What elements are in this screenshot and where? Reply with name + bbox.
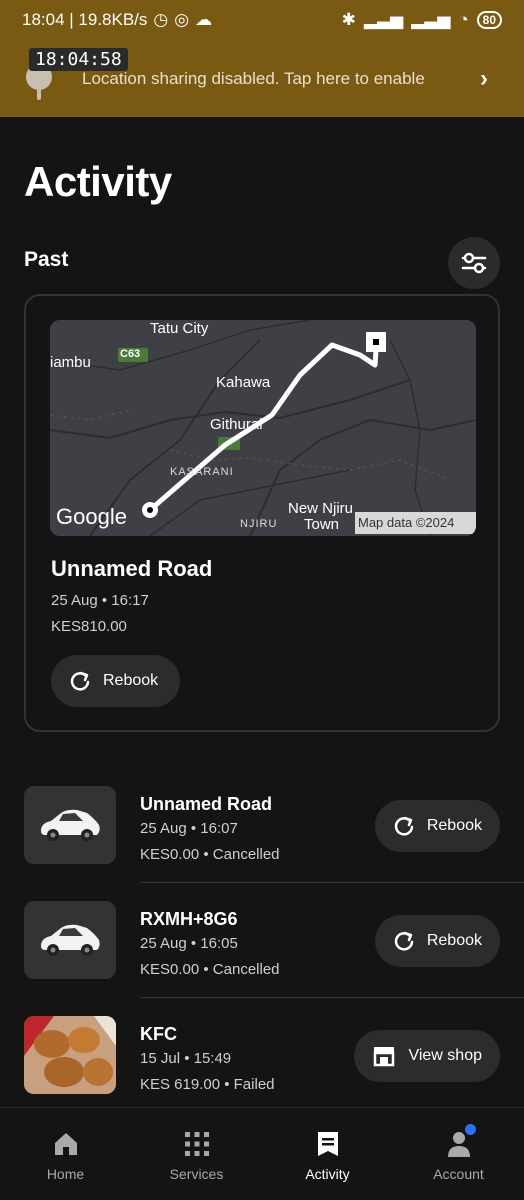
food-thumbnail [24, 1016, 116, 1094]
car-icon [41, 924, 100, 956]
refresh-icon [394, 816, 414, 836]
nav-label: Activity [305, 1166, 350, 1182]
map-label-kasarani: KASARANI [170, 466, 234, 478]
trip-status: KES0.00 • Cancelled [140, 846, 280, 863]
trip-title: RXMH+8G6 [140, 909, 238, 929]
bluetooth-icon: ✱ [341, 10, 356, 29]
rebook-button[interactable]: Rebook [374, 800, 500, 852]
map-label-town: Town [304, 516, 340, 533]
nav-services[interactable]: Services [131, 1108, 262, 1200]
status-bar: 18:04 | 19.8KB/s ◷ ◎ ☁ ✱ ▂▃▅ ▂▃▅ ◔ 80 [0, 0, 524, 40]
rebook-label: Rebook [426, 817, 482, 834]
time-overlay: 18:04:58 [29, 48, 128, 71]
grid-icon [184, 1132, 209, 1156]
google-logo: Google [56, 504, 127, 529]
nav-account[interactable]: Account [393, 1108, 524, 1200]
map-label-njiru: NJIRU [240, 518, 278, 530]
map-label-kahawa: Kahawa [216, 374, 271, 391]
trip-status: KES0.00 • Cancelled [140, 961, 280, 978]
list-item[interactable]: KFC 15 Jul • 15:49 KES 619.00 • Failed V… [0, 998, 524, 1113]
map-label-new-njiru: New Njiru [288, 500, 354, 517]
chevron-right-icon: › [480, 64, 488, 92]
list-item[interactable]: RXMH+8G6 25 Aug • 16:05 KES0.00 • Cancel… [0, 883, 524, 998]
banner-text: Location sharing disabled. Tap here to e… [82, 68, 425, 88]
featured-trip-title: Unnamed Road [51, 556, 213, 581]
receipt-icon [317, 1132, 338, 1156]
page-title: Activity [24, 158, 172, 205]
nav-activity[interactable]: Activity [262, 1108, 393, 1200]
view-shop-button[interactable]: View shop [354, 1030, 500, 1082]
map-label-c63: C63 [120, 348, 141, 360]
map-label-githurai: Githurai [210, 416, 263, 433]
trip-status: KES 619.00 • Failed [140, 1076, 275, 1093]
featured-trip-datetime: 25 Aug • 16:17 [51, 592, 149, 609]
chat-icon: ☁ [195, 10, 213, 29]
trip-title: Unnamed Road [140, 794, 273, 814]
rebook-label: Rebook [426, 932, 482, 949]
bottom-nav: Home Services Activity Account [0, 1107, 524, 1200]
rebook-label: Rebook [103, 672, 159, 689]
rebook-button[interactable]: Rebook [51, 655, 181, 707]
featured-trip-card[interactable]: Tatu City C63 iambu Kahawa Githurai KASA… [24, 294, 500, 732]
store-icon [374, 1047, 395, 1067]
featured-trip-price: KES810.00 [51, 618, 127, 635]
wifi-icon: ◔ [458, 10, 469, 29]
filter-button[interactable] [448, 237, 500, 289]
trip-map: Tatu City C63 iambu Kahawa Githurai KASA… [50, 320, 476, 536]
trip-datetime: 25 Aug • 16:05 [140, 935, 238, 952]
map-attribution: Map data ©2024 [358, 515, 455, 530]
sliders-icon [461, 252, 487, 274]
fried-chicken-image [24, 1016, 116, 1094]
trip-datetime: 25 Aug • 16:07 [140, 820, 238, 837]
map-label-tatu-city: Tatu City [150, 320, 209, 337]
home-icon [54, 1133, 77, 1155]
trip-title: KFC [140, 1024, 177, 1044]
car-thumbnail [24, 901, 116, 979]
whatsapp-icon: ◎ [174, 10, 190, 29]
signal-icon: ▂▃▅ [363, 10, 404, 29]
map-label-kiambu: iambu [50, 354, 91, 371]
car-icon [41, 809, 100, 841]
nav-label: Account [433, 1166, 484, 1182]
battery-indicator: 80 [476, 11, 502, 29]
nav-label: Home [46, 1166, 85, 1182]
nav-label: Services [169, 1166, 224, 1182]
nav-home[interactable]: Home [0, 1108, 131, 1200]
signal-icon-2: ▂▃▅ [411, 10, 451, 29]
list-item[interactable]: Unnamed Road 25 Aug • 16:07 KES0.00 • Ca… [0, 768, 524, 883]
rebook-button[interactable]: Rebook [374, 915, 500, 967]
refresh-icon [70, 671, 90, 691]
section-title: Past [24, 248, 69, 271]
trip-datetime: 15 Jul • 15:49 [140, 1050, 232, 1067]
notification-dot [465, 1124, 476, 1135]
view-shop-label: View shop [408, 1047, 482, 1064]
car-thumbnail [24, 786, 116, 864]
refresh-icon [394, 931, 414, 951]
alarm-icon: ◷ [153, 10, 169, 29]
status-time-speed: 18:04 | 19.8KB/s [22, 10, 148, 29]
